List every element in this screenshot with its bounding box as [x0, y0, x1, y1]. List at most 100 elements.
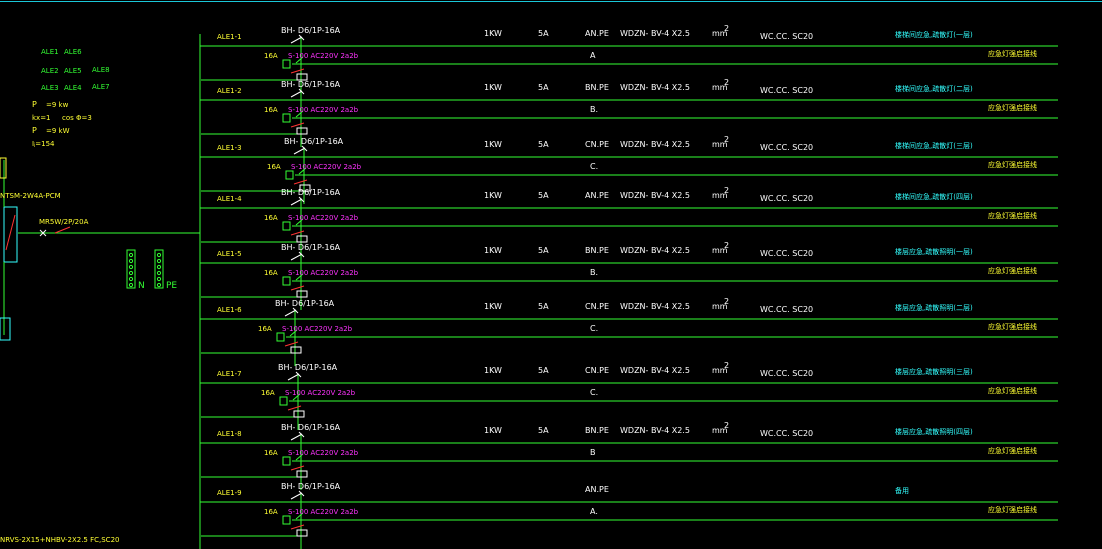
breaker-current: 16A: [264, 214, 278, 222]
ale-label: ALE5: [64, 67, 82, 75]
phase-label: A: [590, 51, 596, 60]
cable-unit-sup: 2: [724, 186, 730, 195]
circuit-power: 1KW: [484, 366, 502, 375]
phase-pe: AN.PE: [585, 191, 609, 200]
circuit-amps: 5A: [538, 191, 549, 200]
breaker-contact: [290, 253, 303, 261]
terminal-dot: [156, 264, 162, 270]
cable-spec: WDZN- BV-4 X2.5: [620, 426, 690, 435]
emergency-note: 应急灯强启接线: [988, 267, 1037, 275]
phase-label: B.: [590, 105, 599, 114]
relay-aux-box: [293, 410, 305, 418]
circuit-id: ALE1-6: [217, 306, 242, 314]
circuit-amps: 5A: [538, 140, 549, 149]
ijs-label: Iⱼ=154: [32, 140, 55, 148]
terminal-dot: [156, 252, 162, 258]
load-description: 楼梯间应急,疏散灯(二层): [895, 85, 973, 93]
circuit-power: 1KW: [484, 83, 502, 92]
install-method: WC.CC. SC20: [760, 305, 814, 314]
relay-aux-box: [296, 235, 308, 243]
breaker-model: BH- D6/1P-16A: [281, 188, 341, 197]
install-method: WC.CC. SC20: [760, 249, 814, 258]
circuit-power: 1KW: [484, 246, 502, 255]
breaker-contact: [290, 90, 303, 98]
breaker-current: 16A: [267, 163, 281, 171]
relay-coil-box: [282, 221, 291, 231]
relay-aux-contact: [293, 179, 308, 185]
cable-unit-sup: 2: [724, 78, 730, 87]
phase-pe: CN.PE: [585, 366, 609, 375]
terminal-dot: [156, 282, 162, 288]
cable-unit-sup: 2: [724, 135, 730, 144]
phase-label: B.: [590, 268, 599, 277]
relay-model: S-100 AC220V 2a2b: [288, 449, 359, 457]
main-switch-contact: [5, 214, 16, 251]
breaker-current: 16A: [264, 269, 278, 277]
circuit-id: ALE1-4: [217, 195, 242, 203]
terminal-dot: [128, 282, 134, 288]
pjs-value: =9 kW: [46, 127, 70, 135]
phase-pe: BN.PE: [585, 246, 609, 255]
relay-coil-box: [282, 456, 291, 466]
breaker-current: 16A: [264, 52, 278, 60]
relay-aux-contact: [290, 465, 305, 471]
load-description: 楼梯间应急,疏散灯(一层): [895, 31, 973, 39]
relay-aux-contact: [290, 285, 305, 291]
circuit-id: ALE1-7: [217, 370, 242, 378]
cable-unit-sup: 2: [724, 297, 730, 306]
relay-aux-contact: [290, 68, 305, 74]
install-method: WC.CC. SC20: [760, 369, 814, 378]
ale-label: ALE8: [92, 66, 110, 74]
breaker-model: BH- D6/1P-16A: [278, 363, 338, 372]
relay-model: S-100 AC220V 2a2b: [288, 214, 359, 222]
load-description: 楼层应急,疏散照明(三层): [895, 368, 973, 376]
emergency-note: 应急灯强启接线: [988, 506, 1037, 514]
relay-aux-contact: [290, 122, 305, 128]
relay-model: S-100 AC220V 2a2b: [288, 52, 359, 60]
ale-label: ALE2: [41, 67, 59, 75]
emergency-note: 应急灯强启接线: [988, 212, 1037, 220]
relay-model: S-100 AC220V 2a2b: [288, 269, 359, 277]
breaker-model: BH- D6/1P-16A: [284, 137, 344, 146]
pjs-label: P: [32, 126, 37, 135]
cable-spec: WDZN- BV-4 X2.5: [620, 366, 690, 375]
breaker-current: 16A: [258, 325, 272, 333]
terminal-dot: [128, 270, 134, 276]
breaker-contact: [284, 309, 297, 317]
circuit-amps: 5A: [538, 366, 549, 375]
cable-spec: WDZN- BV-4 X2.5: [620, 140, 690, 149]
emergency-note: 应急灯强启接线: [988, 161, 1037, 169]
cable-spec: NRVS-2X15+NHBV-2X2.5 FC,SC20: [0, 536, 120, 544]
terminal-dot: [128, 252, 134, 258]
circuit-id: ALE1-2: [217, 87, 242, 95]
emergency-note: 应急灯强启接线: [988, 50, 1037, 58]
ground-box: [0, 317, 11, 341]
breaker-contact: [290, 36, 303, 44]
circuit-amps: 5A: [538, 426, 549, 435]
emergency-note: 应急灯强启接线: [988, 447, 1037, 455]
breaker-current: 16A: [264, 449, 278, 457]
circuit-power: 1KW: [484, 29, 502, 38]
ale-label: ALE3: [41, 84, 59, 92]
relay-aux-contact: [284, 341, 299, 347]
phase-label: C.: [590, 162, 599, 171]
load-description: 楼梯间应急,疏散灯(四层): [895, 193, 973, 201]
relay-aux-box: [296, 290, 308, 298]
install-method: WC.CC. SC20: [760, 429, 814, 438]
relay-aux-contact: [290, 230, 305, 236]
phase-pe: CN.PE: [585, 140, 609, 149]
relay-coil-box: [276, 332, 285, 342]
breaker-model: BH- D6/1P-16A: [281, 26, 341, 35]
breaker-contact: [290, 433, 303, 441]
breaker-model: BH- D6/1P-16A: [281, 80, 341, 89]
cable-spec: WDZN- BV-4 X2.5: [620, 191, 690, 200]
breaker-contact: [290, 198, 303, 206]
circuit-amps: 5A: [538, 246, 549, 255]
circuit-id: ALE1-1: [217, 33, 242, 41]
circuit-row: [200, 490, 1058, 549]
terminal-dot: [156, 270, 162, 276]
emergency-note: 应急灯强启接线: [988, 104, 1037, 112]
phase-label: C.: [590, 388, 599, 397]
phase-label: B: [590, 448, 596, 457]
relay-coil-box: [282, 113, 291, 123]
